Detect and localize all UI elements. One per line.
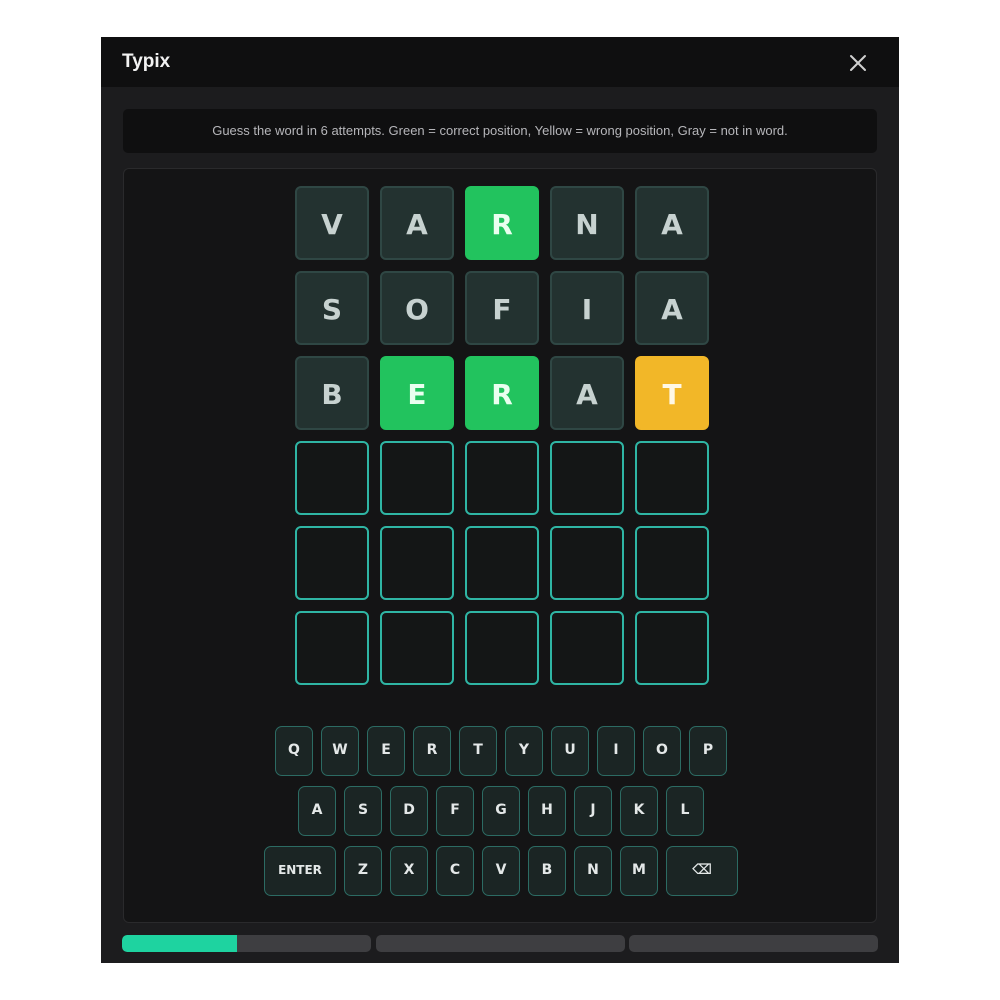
key-u[interactable]: U [551, 726, 589, 776]
app-title: Typix [122, 51, 171, 72]
tile-correct: R [465, 186, 539, 260]
tile-absent: S [295, 271, 369, 345]
key-d[interactable]: D [390, 786, 428, 836]
progress-fill [122, 935, 237, 952]
tile-empty [550, 526, 624, 600]
key-f[interactable]: F [436, 786, 474, 836]
tile-correct: R [465, 356, 539, 430]
key-b[interactable]: B [528, 846, 566, 896]
tile-absent: V [295, 186, 369, 260]
close-button[interactable] [841, 47, 875, 79]
key-y[interactable]: Y [505, 726, 543, 776]
enter-key[interactable]: ENTER [264, 846, 336, 896]
key-l[interactable]: L [666, 786, 704, 836]
key-h[interactable]: H [528, 786, 566, 836]
tile-absent: A [635, 271, 709, 345]
key-q[interactable]: Q [275, 726, 313, 776]
key-t[interactable]: T [459, 726, 497, 776]
backspace-key[interactable]: ⌫ [666, 846, 738, 896]
tile-empty [465, 526, 539, 600]
key-o[interactable]: O [643, 726, 681, 776]
tile-empty [550, 441, 624, 515]
tile-absent: I [550, 271, 624, 345]
tile-absent: A [635, 186, 709, 260]
key-m[interactable]: M [620, 846, 658, 896]
key-i[interactable]: I [597, 726, 635, 776]
tile-empty [550, 611, 624, 685]
key-e[interactable]: E [367, 726, 405, 776]
title-bar: Typix [101, 37, 899, 87]
key-g[interactable]: G [482, 786, 520, 836]
tile-empty [380, 441, 454, 515]
key-r[interactable]: R [413, 726, 451, 776]
key-j[interactable]: J [574, 786, 612, 836]
tile-absent: B [295, 356, 369, 430]
tile-correct: E [380, 356, 454, 430]
tile-absent: N [550, 186, 624, 260]
tile-empty [635, 611, 709, 685]
key-k[interactable]: K [620, 786, 658, 836]
tile-empty [380, 526, 454, 600]
tile-empty [465, 611, 539, 685]
tile-empty [465, 441, 539, 515]
game-panel: VARNASOFIABERAT Q W E R T Y U I O P A S D F G H J K L ENTER… [123, 168, 877, 923]
instructions-banner: Guess the word in 6 attempts. Green = co… [123, 109, 877, 153]
key-s[interactable]: S [344, 786, 382, 836]
tile-empty [295, 526, 369, 600]
progress-segment [376, 935, 625, 952]
tile-absent: F [465, 271, 539, 345]
key-w[interactable]: W [321, 726, 359, 776]
tile-empty [295, 611, 369, 685]
tile-empty [635, 526, 709, 600]
close-icon [850, 55, 866, 71]
key-c[interactable]: C [436, 846, 474, 896]
key-v[interactable]: V [482, 846, 520, 896]
tile-absent: A [380, 186, 454, 260]
progress-segment [122, 935, 371, 952]
tile-empty [635, 441, 709, 515]
key-z[interactable]: Z [344, 846, 382, 896]
key-a[interactable]: A [298, 786, 336, 836]
app-window: Typix Guess the word in 6 attempts. Gree… [101, 37, 899, 963]
key-x[interactable]: X [390, 846, 428, 896]
key-n[interactable]: N [574, 846, 612, 896]
tile-empty [380, 611, 454, 685]
tile-absent: A [550, 356, 624, 430]
progress-segment [629, 935, 878, 952]
key-p[interactable]: P [689, 726, 727, 776]
tile-present: T [635, 356, 709, 430]
tile-empty [295, 441, 369, 515]
tile-absent: O [380, 271, 454, 345]
